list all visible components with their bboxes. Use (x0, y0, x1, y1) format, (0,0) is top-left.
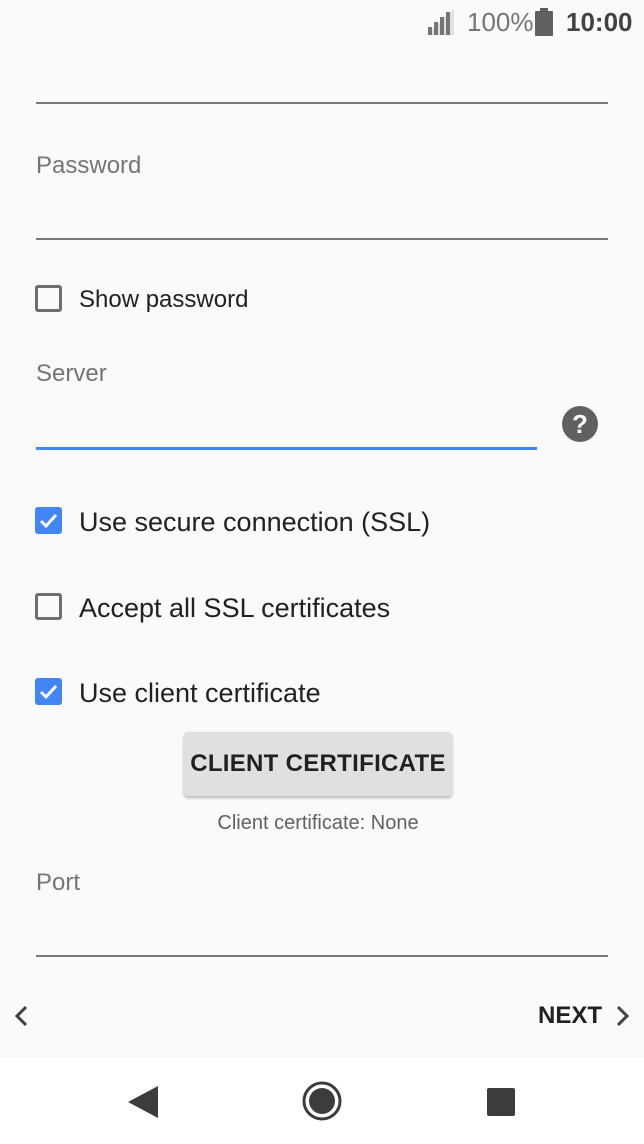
status-bar: 100% 10:00 (0, 0, 644, 44)
client-certificate-status: Client certificate: None (217, 812, 419, 834)
accept-all-ssl-checkbox[interactable] (35, 593, 62, 620)
checkmark-icon (39, 684, 58, 700)
use-client-certificate-label[interactable]: Use client certificate (79, 677, 321, 709)
client-certificate-button[interactable]: CLIENT CERTIFICATE (184, 732, 452, 796)
signal-icon (426, 9, 454, 35)
checkmark-icon (39, 513, 58, 529)
screen: 100% 10:00 Password Show password Server… (0, 0, 644, 1144)
password-underline (36, 238, 608, 240)
accept-all-ssl-label[interactable]: Accept all SSL certificates (79, 592, 390, 624)
status-time: 10:00 (566, 7, 633, 37)
next-button[interactable]: NEXT (538, 1002, 602, 1030)
home-circle-icon[interactable] (301, 1080, 343, 1122)
use-ssl-label[interactable]: Use secure connection (SSL) (79, 506, 430, 538)
port-field[interactable] (36, 912, 608, 952)
chevron-right-icon[interactable] (612, 1002, 634, 1030)
username-field[interactable] (36, 62, 608, 102)
port-underline (36, 955, 608, 957)
use-client-certificate-checkbox[interactable] (35, 678, 62, 705)
server-field[interactable] (36, 404, 536, 444)
server-label: Server (36, 360, 107, 387)
back-triangle-icon[interactable] (126, 1084, 160, 1120)
help-icon[interactable]: ? (562, 406, 598, 442)
show-password-label[interactable]: Show password (79, 284, 248, 316)
wizard-navigation: NEXT (0, 990, 644, 1042)
battery-percentage: 100% (467, 7, 534, 37)
system-navigation-bar (0, 1058, 644, 1144)
show-password-checkbox[interactable] (35, 285, 62, 312)
password-label: Password (36, 152, 142, 179)
use-ssl-checkbox[interactable] (35, 507, 62, 534)
port-label: Port (36, 869, 81, 896)
password-field[interactable] (36, 196, 608, 236)
username-underline (36, 102, 608, 104)
chevron-left-icon[interactable] (10, 1002, 32, 1030)
recent-square-icon[interactable] (487, 1088, 515, 1116)
server-underline-focused (36, 447, 537, 450)
battery-icon (535, 8, 553, 36)
